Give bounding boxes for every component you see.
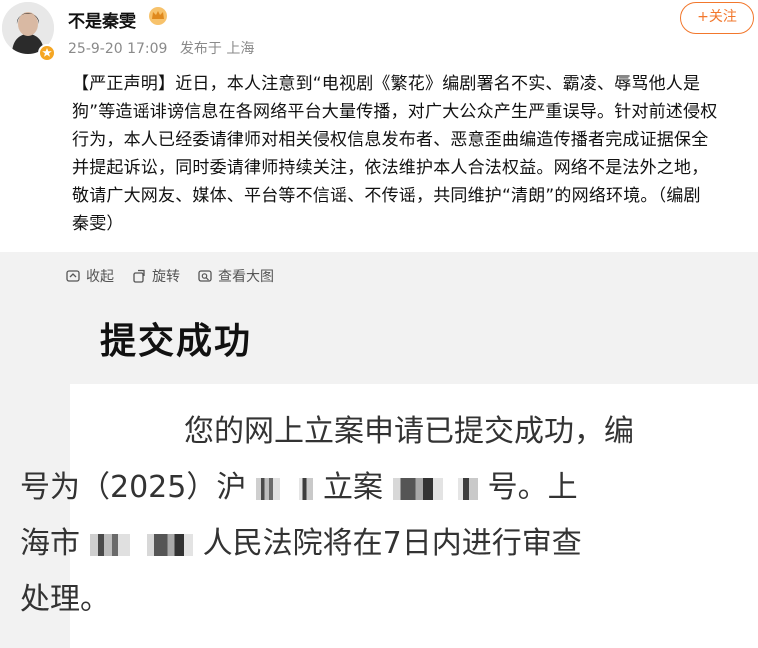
- redacted-block: [458, 477, 479, 500]
- screenshot-card: 您的网上立案申请已提交成功，编 号为（2025）沪 立案 号。上 海市 人民法院…: [20, 384, 758, 648]
- screenshot-message: 您的网上立案申请已提交成功，编 号为（2025）沪 立案 号。上 海市 人民法院…: [20, 404, 722, 628]
- message-line-2-c: 号。上: [487, 470, 578, 505]
- post-text-line: 秦雯）: [72, 214, 124, 234]
- collapse-label: 收起: [86, 269, 114, 285]
- redacted-block: [255, 477, 280, 500]
- post-text-line: 【严正声明】近日，本人注意到“电视剧《繁花》编剧署名不实、霸凌、辱骂他人是: [72, 74, 701, 94]
- message-line-2-b: 立案: [323, 470, 383, 505]
- post-body: 【严正声明】近日，本人注意到“电视剧《繁花》编剧署名不实、霸凌、辱骂他人是 狗”…: [72, 70, 754, 238]
- rotate-button[interactable]: 旋转: [132, 266, 180, 286]
- view-large-label: 查看大图: [218, 269, 274, 285]
- post-text-line: 敬请广大网友、媒体、平台等不信谣、不传谣，共同维护“清朗”的网络环境。（编剧: [72, 186, 701, 206]
- collapse-icon: [66, 269, 80, 283]
- screenshot-title: 提交成功: [100, 321, 253, 362]
- redacted-block: [147, 533, 194, 556]
- rotate-label: 旋转: [152, 269, 180, 285]
- view-large-icon: [198, 269, 212, 283]
- rotate-icon: [132, 269, 146, 283]
- message-line-4: 处理。: [20, 582, 110, 617]
- verified-icon: [38, 44, 56, 62]
- post-meta: 25-9-20 17:09 发布于 上海: [68, 38, 262, 58]
- message-line-2-a: 号为（2025）沪: [20, 470, 247, 505]
- username[interactable]: 不是秦雯: [68, 7, 136, 32]
- message-line-3-a: 海市: [20, 526, 80, 561]
- vip-crown-icon: [148, 6, 168, 26]
- post-text-line: 并提起诉讼，同时委请律师持续关注，依法维护本人合法权益。网络不是法外之地，: [72, 158, 709, 178]
- post-text-line: 狗”等造谣诽谤信息在各网络平台大量传播，对广大公众产生严重误导。针对前述侵权: [72, 102, 718, 122]
- message-line-1: 您的网上立案申请已提交成功，编: [184, 414, 634, 449]
- post-text-line: 行为，本人已经委请律师对相关侵权信息发布者、恶意歪曲编造传播者完成证据保全: [72, 130, 709, 150]
- message-line-3-b: 人民法院将在7日内进行审查: [202, 526, 582, 561]
- redacted-block: [299, 477, 314, 500]
- view-large-button[interactable]: 查看大图: [198, 266, 274, 286]
- follow-button[interactable]: +关注: [680, 2, 754, 34]
- post-timestamp: 25-9-20 17:09: [68, 41, 168, 57]
- image-toolbar: 收起 旋转 查看大图: [66, 266, 274, 286]
- avatar-wrapper[interactable]: [2, 2, 58, 62]
- attached-image[interactable]: 收起 旋转 查看大图 提交成功 您的网上立案申请已提交成功，编 号为（2025）…: [0, 252, 758, 648]
- collapse-button[interactable]: 收起: [66, 266, 114, 286]
- redacted-block: [89, 533, 130, 556]
- redacted-block: [392, 477, 443, 500]
- post-location: 发布于 上海: [179, 41, 255, 57]
- post-header: 不是秦雯 25-9-20 17:09 发布于 上海 +关注: [0, 0, 758, 64]
